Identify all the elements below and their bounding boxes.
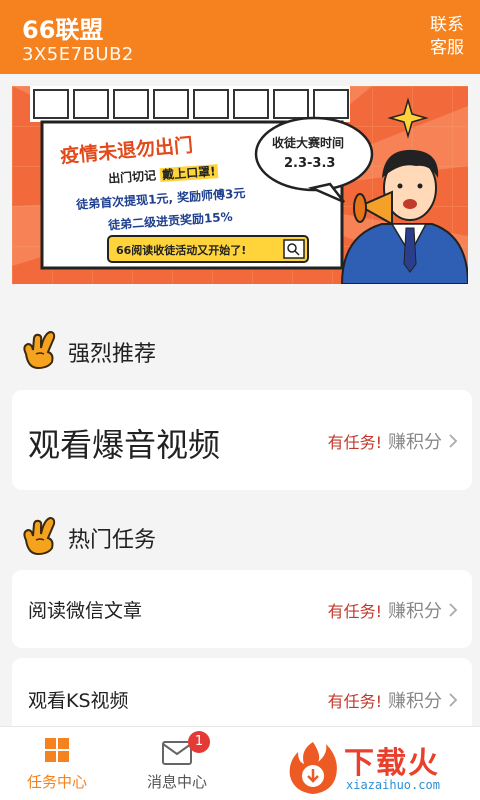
flame-logo-icon xyxy=(289,742,337,794)
site-watermark: 下载火 xiazaihuo.com xyxy=(284,736,474,798)
hot-section-title: 热门任务 xyxy=(68,528,157,553)
grid-icon xyxy=(45,738,69,762)
task-available-label: 有任务! xyxy=(327,433,382,452)
hot-section-header: 热门任务 xyxy=(18,512,156,556)
promo-banner[interactable]: 疫情未退勿出门 出门切记 戴上口罩! 徒弟首次提现1元, 奖励师傅3元 徒弟二级… xyxy=(12,86,468,284)
chevron-right-icon xyxy=(449,693,458,707)
task-name: 阅读微信文章 xyxy=(28,600,143,622)
hand-gesture-icon xyxy=(23,516,56,556)
banner-bubble-title: 收徒大赛时间 xyxy=(272,136,345,150)
recommend-card[interactable]: 观看爆音视频 有任务! 赚积分 xyxy=(12,390,472,490)
recommend-card-name: 观看爆音视频 xyxy=(28,426,221,464)
invite-code: 3X5E7BUB2 xyxy=(22,44,134,65)
banner-bubble-date: 2.3-3.3 xyxy=(284,156,336,171)
earn-points-label: 赚积分 xyxy=(388,691,442,712)
task-available-label: 有任务! xyxy=(327,692,382,711)
task-action: 有任务! 赚积分 xyxy=(328,687,458,713)
task-action: 有任务! 赚积分 xyxy=(328,597,458,623)
list-item[interactable]: 阅读微信文章 有任务! 赚积分 xyxy=(12,570,472,648)
watermark-url: xiazaihuo.com xyxy=(346,778,440,792)
app-title: 66联盟 xyxy=(22,16,104,44)
earn-points-label: 赚积分 xyxy=(388,601,442,622)
task-available-label: 有任务! xyxy=(327,602,382,621)
contact-service-button[interactable]: 联系 客服 xyxy=(428,14,466,60)
recommend-section-header: 强烈推荐 xyxy=(18,326,156,370)
chevron-right-icon xyxy=(449,603,458,617)
recommend-card-action: 有任务! 赚积分 xyxy=(328,428,458,454)
hand-gesture-icon xyxy=(23,330,56,370)
watermark-text: 下载火 xyxy=(344,746,440,781)
tab-message-center-label: 消息中心 xyxy=(146,773,207,791)
banner-line-a-highlight: 戴上口罩! xyxy=(159,164,219,183)
contact-label-1: 联系 xyxy=(430,15,464,35)
task-name: 观看KS视频 xyxy=(28,690,129,712)
tab-task-center-label: 任务中心 xyxy=(26,773,87,791)
tab-message-center[interactable]: 1 消息中心 xyxy=(122,727,232,800)
banner-line-a-prefix: 出门切记 xyxy=(107,168,157,186)
chevron-right-icon xyxy=(449,434,458,448)
unread-badge: 1 xyxy=(188,731,210,753)
app-header: 66联盟 3X5E7BUB2 联系 客服 xyxy=(0,0,480,74)
tab-task-center[interactable]: 任务中心 xyxy=(2,727,112,800)
recommend-section-title: 强烈推荐 xyxy=(68,342,157,367)
banner-cta: 66阅读收徒活动又开始了! xyxy=(116,244,247,257)
earn-points-label: 赚积分 xyxy=(388,432,442,453)
contact-label-2: 客服 xyxy=(430,38,464,58)
